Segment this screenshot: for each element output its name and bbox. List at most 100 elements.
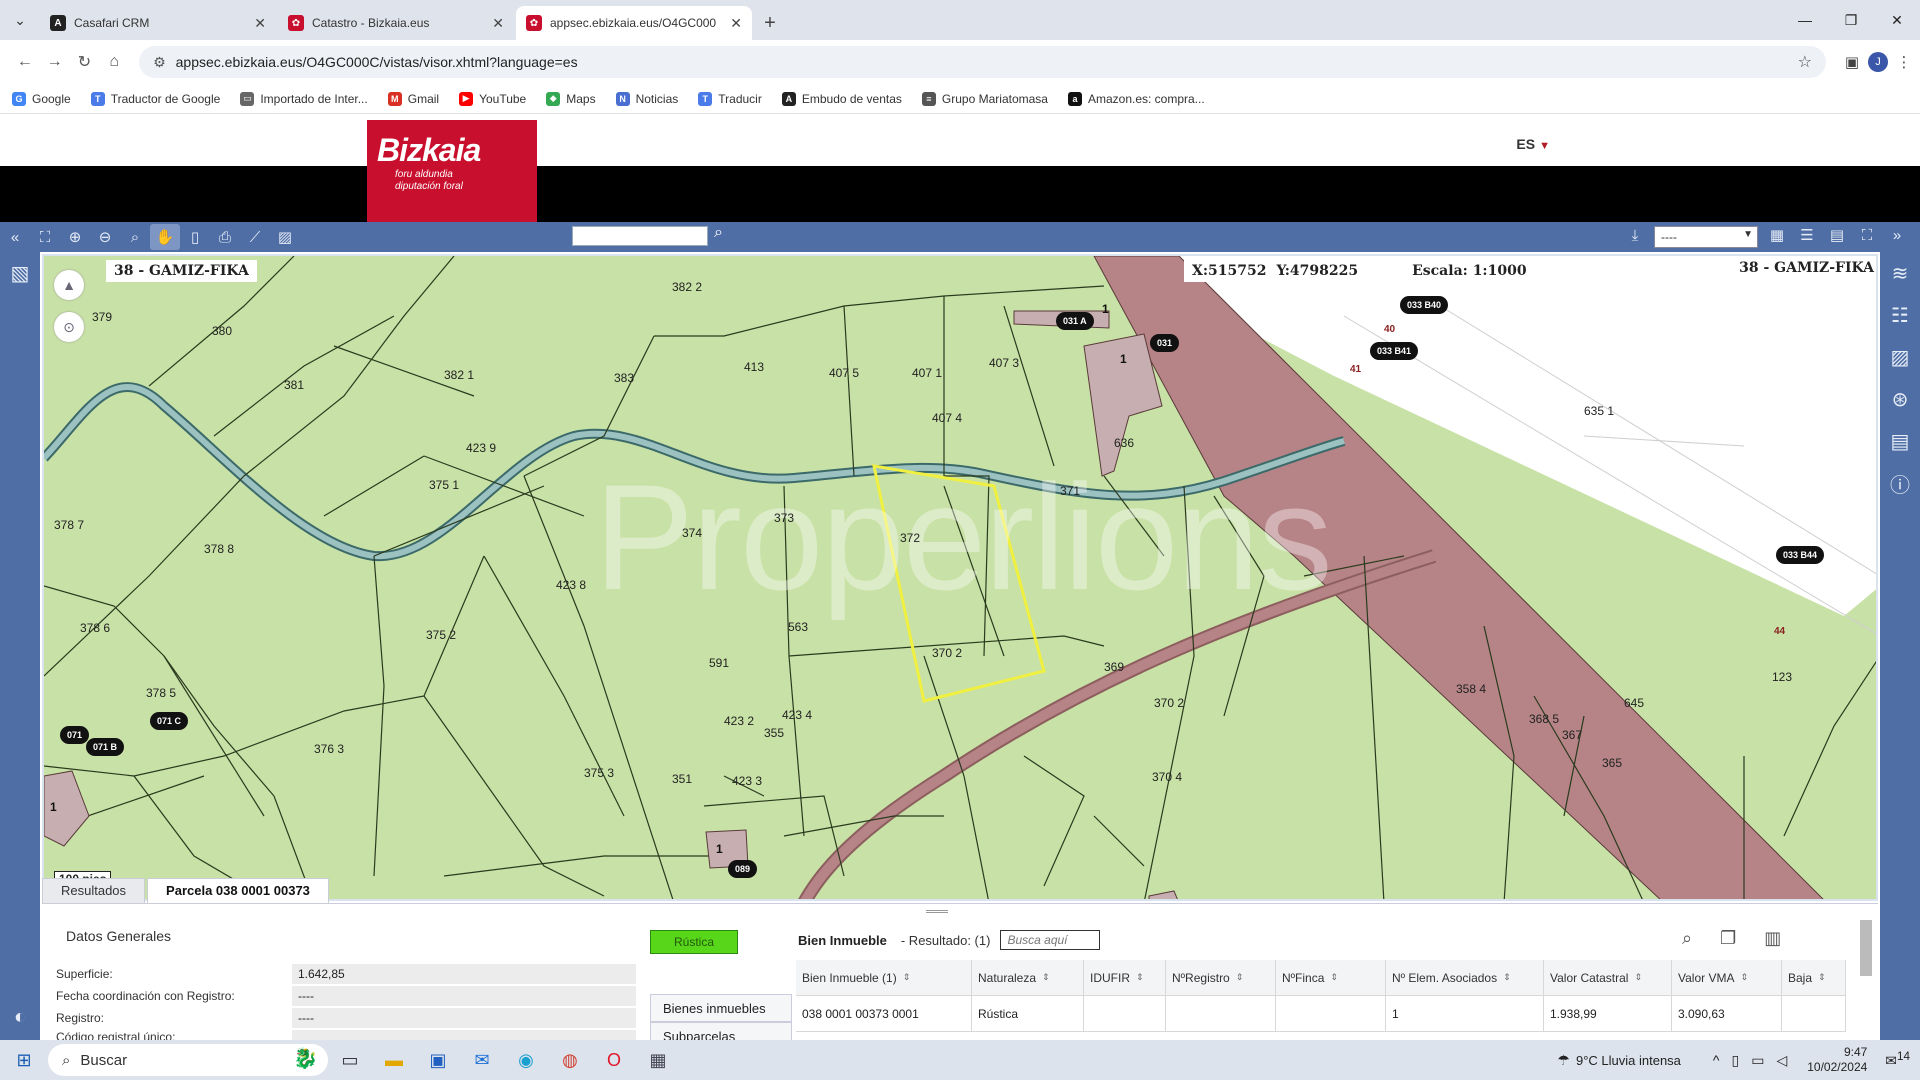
- new-tab-button[interactable]: +: [754, 6, 786, 40]
- stack-icon[interactable]: ▤: [1880, 420, 1920, 462]
- map-search-input[interactable]: [572, 226, 708, 246]
- collapse-left-icon[interactable]: «: [0, 224, 30, 250]
- taskbar-search[interactable]: ⌕ Buscar 🐉: [48, 1044, 328, 1076]
- sort-icon[interactable]: ⇕: [1818, 972, 1826, 983]
- tab-visor[interactable]: ✿ appsec.ebizkaia.eus/O4GC000 ✕: [516, 6, 752, 40]
- print-icon[interactable]: ⎙: [210, 224, 240, 250]
- chrome-icon[interactable]: ◍: [548, 1040, 592, 1080]
- north-arrow-icon[interactable]: ▲: [54, 270, 84, 300]
- sort-icon[interactable]: ⇕: [1503, 972, 1511, 983]
- column-header[interactable]: Baja ⇕: [1782, 960, 1846, 995]
- pan-hand-icon[interactable]: ✋: [150, 224, 180, 250]
- bookmark-item[interactable]: M Gmail: [387, 91, 439, 106]
- copy-icon[interactable]: ❐: [1720, 928, 1736, 949]
- column-header[interactable]: Nº Elem. Asociados ⇕: [1386, 960, 1544, 995]
- info-cursor-icon[interactable]: ▯: [180, 224, 210, 250]
- area-icon[interactable]: ▨: [270, 224, 300, 250]
- task-view-icon[interactable]: ▭: [328, 1040, 372, 1080]
- tab-casafari[interactable]: A Casafari CRM ✕: [40, 6, 276, 40]
- fullscreen-icon[interactable]: ⛶: [1852, 222, 1882, 248]
- building-label[interactable]: 031 A: [1056, 312, 1094, 330]
- calculator-icon[interactable]: ▦: [636, 1040, 680, 1080]
- volume-icon[interactable]: ◁: [1776, 1052, 1787, 1069]
- opera-icon[interactable]: O: [592, 1040, 636, 1080]
- column-header[interactable]: Bien Inmueble (1) ⇕: [796, 960, 972, 995]
- zoom-in-icon[interactable]: ⊕: [60, 224, 90, 250]
- bookmark-item[interactable]: N Noticias: [615, 91, 678, 106]
- zoom-extent-icon[interactable]: ⛶: [30, 224, 60, 250]
- columns-icon[interactable]: ▥: [1764, 928, 1781, 949]
- map-overview-icon[interactable]: ▧: [0, 252, 40, 294]
- building-label[interactable]: 033 B44: [1776, 546, 1825, 564]
- reload-icon[interactable]: ↻: [70, 47, 100, 77]
- info-icon[interactable]: ⓘ: [1880, 462, 1920, 504]
- locate-icon[interactable]: ⊙: [54, 312, 84, 342]
- bookmark-item[interactable]: G Google: [12, 91, 71, 106]
- sort-icon[interactable]: ⇕: [1236, 972, 1244, 983]
- image-icon[interactable]: ▨: [1880, 336, 1920, 378]
- tab-catastro[interactable]: ✿ Catastro - Bizkaia.eus ✕: [278, 6, 514, 40]
- table-icon[interactable]: ▦: [1762, 222, 1792, 248]
- language-selector[interactable]: ES ▼: [1516, 136, 1550, 152]
- zoom-box-icon[interactable]: ⌕: [120, 224, 150, 250]
- profile-avatar[interactable]: J: [1868, 52, 1888, 72]
- notifications-icon[interactable]: ✉14: [1885, 1050, 1910, 1070]
- mail-icon[interactable]: ✉: [460, 1040, 504, 1080]
- minimize-icon[interactable]: —: [1782, 0, 1828, 40]
- column-header[interactable]: NºFinca ⇕: [1276, 960, 1386, 995]
- site-info-icon[interactable]: ⚙: [153, 54, 166, 71]
- sort-icon[interactable]: ⇕: [1042, 972, 1050, 983]
- column-header[interactable]: Valor Catastral ⇕: [1544, 960, 1672, 995]
- close-tab-icon[interactable]: ✕: [492, 15, 504, 32]
- bookmark-item[interactable]: ≡ Grupo Mariatomasa: [921, 91, 1048, 106]
- sort-icon[interactable]: ⇕: [1740, 972, 1748, 983]
- forward-icon[interactable]: →: [40, 47, 70, 77]
- resize-grip-icon[interactable]: [926, 910, 948, 913]
- column-header[interactable]: Valor VMA ⇕: [1672, 960, 1782, 995]
- legend-icon[interactable]: ▤: [1822, 222, 1852, 248]
- building-label[interactable]: 071 C: [150, 712, 189, 730]
- column-header[interactable]: Naturaleza ⇕: [972, 960, 1084, 995]
- search-icon[interactable]: ⌕: [1682, 928, 1692, 949]
- bizkaia-logo[interactable]: Bizkaia foru aldundia diputación foral: [367, 120, 537, 222]
- clock[interactable]: 9:47 10/02/2024: [1807, 1045, 1867, 1075]
- tab-search-icon[interactable]: ⌄: [0, 0, 40, 40]
- sort-icon[interactable]: ⇕: [1330, 972, 1338, 983]
- chevron-up-icon[interactable]: ^: [1713, 1052, 1720, 1068]
- bookmark-item[interactable]: ▶ YouTube: [459, 91, 526, 106]
- accessibility-icon[interactable]: ◐: [0, 996, 40, 1038]
- home-icon[interactable]: ⌂: [99, 47, 129, 77]
- menu-icon[interactable]: ⋮: [1888, 53, 1920, 71]
- layer-select[interactable]: ---- ▼: [1654, 226, 1758, 248]
- url-field[interactable]: ⚙ appsec.ebizkaia.eus/O4GC000C/vistas/vi…: [139, 46, 1826, 78]
- sort-icon[interactable]: ⇕: [1136, 972, 1144, 983]
- building-label[interactable]: 089: [728, 860, 758, 878]
- close-tab-icon[interactable]: ✕: [730, 15, 742, 32]
- building-label[interactable]: 031: [1150, 334, 1180, 352]
- file-explorer-icon[interactable]: ▬: [372, 1040, 416, 1080]
- bookmark-item[interactable]: a Amazon.es: compra...: [1067, 91, 1205, 106]
- layers-icon[interactable]: ≋: [1880, 252, 1920, 294]
- building-label[interactable]: 071 B: [86, 738, 125, 756]
- close-tab-icon[interactable]: ✕: [254, 15, 266, 32]
- weather-widget[interactable]: ☂ 9°C Lluvia intensa: [1551, 1052, 1681, 1069]
- device-icon[interactable]: ▯: [1732, 1052, 1740, 1069]
- measure-icon[interactable]: ⟋: [240, 224, 270, 250]
- column-header[interactable]: IDUFIR ⇕: [1084, 960, 1166, 995]
- search-icon[interactable]: ⌕: [714, 224, 723, 242]
- download-icon[interactable]: ⤓: [1620, 222, 1650, 248]
- list-icon[interactable]: ☰: [1792, 222, 1822, 248]
- bookmark-item[interactable]: T Traducir: [698, 91, 762, 106]
- building-label[interactable]: 071: [60, 726, 90, 744]
- building-label[interactable]: 033 B40: [1400, 296, 1449, 314]
- building-label[interactable]: 033 B41: [1370, 342, 1419, 360]
- edge-icon[interactable]: ◉: [504, 1040, 548, 1080]
- sort-icon[interactable]: ⇕: [1634, 972, 1642, 983]
- restore-icon[interactable]: ❐: [1828, 0, 1874, 40]
- close-window-icon[interactable]: ✕: [1874, 0, 1920, 40]
- globe-icon[interactable]: ⊛: [1880, 378, 1920, 420]
- section-bienes-inmuebles[interactable]: Bienes inmuebles: [650, 994, 792, 1022]
- bookmark-item[interactable]: A Embudo de ventas: [781, 91, 902, 106]
- bookmark-item[interactable]: ◆ Maps: [546, 91, 596, 106]
- bookmark-item[interactable]: T Traductor de Google: [90, 91, 220, 106]
